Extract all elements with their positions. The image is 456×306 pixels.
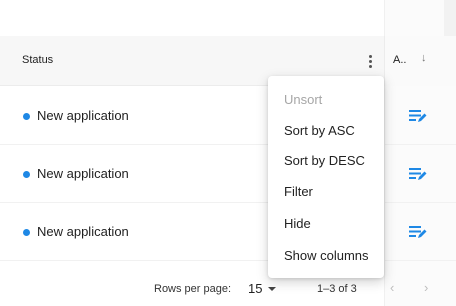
rows-per-page-select[interactable]: 15	[248, 281, 262, 296]
rows-per-page-label: Rows per page:	[154, 283, 232, 295]
table-row[interactable]: New application	[0, 145, 456, 203]
edit-list-icon[interactable]	[408, 107, 428, 125]
data-grid: Status A.. ↓ New application New applica…	[0, 0, 456, 306]
column-header-a-label: A..	[393, 54, 407, 66]
status-cell: New application	[37, 166, 129, 181]
menu-item-filter[interactable]: Filter	[284, 184, 313, 199]
status-dot-icon	[23, 113, 30, 120]
menu-item-sort-asc[interactable]: Sort by ASC	[284, 123, 355, 138]
pagination-footer: Rows per page: 15 1–3 of 3 ‹ ›	[0, 270, 456, 306]
status-dot-icon	[23, 171, 30, 178]
caret-down-icon[interactable]	[268, 287, 276, 291]
column-header-row: Status A.. ↓	[0, 36, 456, 86]
page-info: 1–3 of 3	[317, 283, 357, 295]
scroll-gutter	[444, 0, 456, 36]
next-page-button[interactable]: ›	[424, 280, 428, 295]
menu-item-show-columns[interactable]: Show columns	[284, 248, 369, 263]
previous-page-button[interactable]: ‹	[390, 280, 394, 295]
column-menu: Unsort Sort by ASC Sort by DESC Filter H…	[268, 76, 384, 278]
status-cell: New application	[37, 108, 129, 123]
sort-descending-icon[interactable]: ↓	[421, 52, 427, 64]
column-header-status[interactable]: Status	[22, 54, 53, 66]
column-menu-icon[interactable]	[362, 50, 378, 72]
table-row[interactable]: New application	[0, 203, 456, 261]
menu-item-sort-desc[interactable]: Sort by DESC	[284, 153, 365, 168]
edit-list-icon[interactable]	[408, 165, 428, 183]
status-dot-icon	[23, 229, 30, 236]
menu-item-hide[interactable]: Hide	[284, 216, 311, 231]
column-header-a[interactable]: A.. ↓	[384, 36, 456, 86]
status-cell: New application	[37, 224, 129, 239]
table-row[interactable]: New application	[0, 87, 456, 145]
menu-item-unsort[interactable]: Unsort	[284, 92, 322, 107]
edit-list-icon[interactable]	[408, 223, 428, 241]
